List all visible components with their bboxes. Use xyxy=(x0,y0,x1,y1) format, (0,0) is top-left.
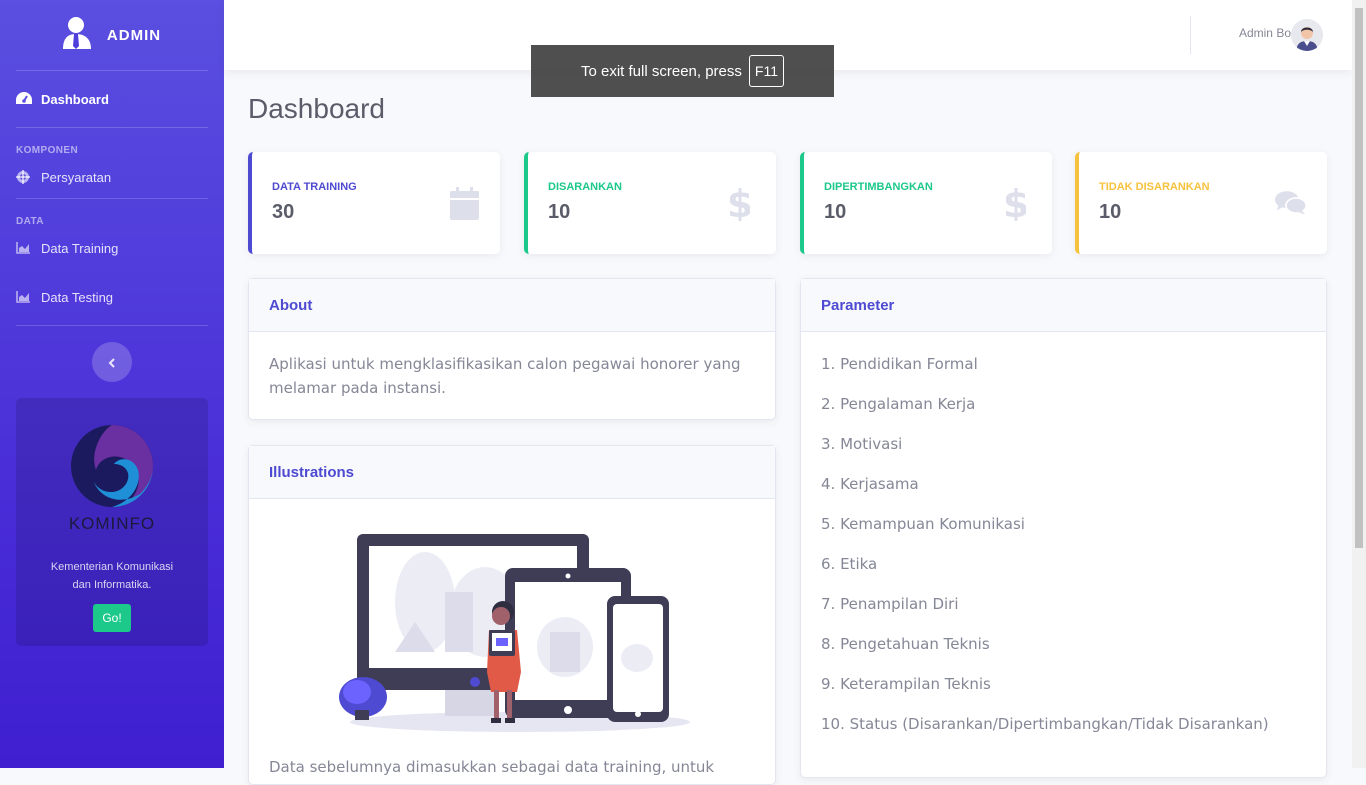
stat-value: 10 xyxy=(1099,201,1122,223)
list-item: 3. Motivasi xyxy=(821,435,903,453)
sidebar-item-data-training[interactable]: Data Training xyxy=(0,227,224,269)
fullscreen-exit-toast: To exit full screen, press F11 xyxy=(531,45,834,97)
chart-area-icon xyxy=(16,242,34,254)
parameter-card: Parameter 1. Pendidikan Formal 2. Pengal… xyxy=(800,278,1327,778)
illustrations-card: Illustrations Data sebelumnya dimasukkan… xyxy=(248,445,776,785)
stat-card-data-training: DATA TRAINING 30 xyxy=(248,152,500,254)
page-title: Dashboard xyxy=(248,93,385,124)
about-card: About Aplikasi untuk mengklasifikasikan … xyxy=(248,278,776,420)
list-item: 4. Kerjasama xyxy=(821,475,919,493)
cog-icon xyxy=(16,170,34,184)
promo-go-button[interactable]: Go! xyxy=(93,604,131,632)
chevron-left-icon xyxy=(108,353,116,372)
parameter-list: 1. Pendidikan Formal 2. Pengalaman Kerja… xyxy=(801,332,1326,772)
brand-text: ADMIN xyxy=(106,26,162,44)
illustrations-card-title: Illustrations xyxy=(249,446,775,499)
dollar-icon: $ xyxy=(724,184,756,222)
sidebar-item-persyaratan[interactable]: Persyaratan xyxy=(0,156,224,198)
stat-label: DIPERTIMBANGKAN xyxy=(824,181,933,193)
topbar-divider xyxy=(1190,16,1191,54)
page-scrollbar[interactable] xyxy=(1352,0,1366,768)
list-item: 8. Pengetahuan Teknis xyxy=(821,635,990,653)
sidebar-divider xyxy=(16,325,208,326)
scrollbar-thumb[interactable] xyxy=(1355,8,1363,548)
dollar-icon: $ xyxy=(1000,184,1032,222)
stat-label: TIDAK DISARANKAN xyxy=(1099,181,1210,193)
about-card-title: About xyxy=(249,279,775,332)
stat-label: DISARANKAN xyxy=(548,181,622,193)
sidebar-heading-data: DATA xyxy=(16,216,44,227)
list-item: 6. Etika xyxy=(821,555,878,573)
sidebar-heading-komponen: KOMPONEN xyxy=(16,145,79,156)
tachometer-icon xyxy=(16,92,34,106)
user-name[interactable]: Admin Boz xyxy=(1239,26,1297,40)
stat-value: 10 xyxy=(548,201,571,223)
toast-text: To exit full screen, press xyxy=(581,62,742,80)
sidebar-item-label: Data Training xyxy=(41,240,119,256)
stat-card-dipertimbangkan: DIPERTIMBANGKAN 10 $ xyxy=(800,152,1052,254)
user-tie-icon xyxy=(62,16,93,54)
list-item: 2. Pengalaman Kerja xyxy=(821,395,976,413)
kominfo-logo xyxy=(70,424,154,512)
sidebar-brand[interactable]: ADMIN xyxy=(0,0,224,70)
devices-illustration xyxy=(335,532,691,736)
list-item: 7. Penampilan Diri xyxy=(821,595,959,613)
sidebar-item-label: Data Testing xyxy=(41,289,114,305)
sidebar-toggle-button[interactable] xyxy=(92,342,132,382)
parameter-card-title: Parameter xyxy=(801,279,1326,332)
calendar-icon xyxy=(448,184,480,222)
svg-text:$: $ xyxy=(730,185,750,221)
illustrations-caption: Data sebelumnya dimasukkan sebagai data … xyxy=(269,758,715,776)
list-item: 10. Status (Disarankan/Dipertimbangkan/T… xyxy=(821,715,1269,733)
sidebar-promo-card: KOMINFO Kementerian Komunikasi dan Infor… xyxy=(16,398,208,646)
svg-text:$: $ xyxy=(1006,185,1026,221)
chart-area-icon xyxy=(16,291,34,303)
stat-label: DATA TRAINING xyxy=(272,181,357,193)
promo-text-line: dan Informatika. xyxy=(72,579,152,591)
sidebar-item-dashboard[interactable]: Dashboard xyxy=(0,71,224,127)
stat-value: 30 xyxy=(272,201,295,223)
sidebar-item-data-testing[interactable]: Data Testing xyxy=(0,269,224,325)
sidebar-item-label: Persyaratan xyxy=(41,169,112,185)
stat-card-tidak-disarankan: TIDAK DISARANKAN 10 xyxy=(1075,152,1327,254)
stat-value: 10 xyxy=(824,201,847,223)
toast-key: F11 xyxy=(748,55,784,87)
sidebar-item-label: Dashboard xyxy=(41,91,109,107)
about-text-line: Aplikasi untuk mengklasifikasikan calon … xyxy=(269,355,741,373)
user-avatar[interactable] xyxy=(1291,19,1323,51)
promo-text: Kementerian Komunikasi dan Informatika. xyxy=(51,558,173,594)
list-item: 5. Kemampuan Komunikasi xyxy=(821,515,1025,533)
about-text-line: melamar pada instansi. xyxy=(269,379,446,397)
about-card-body: Aplikasi untuk mengklasifikasikan calon … xyxy=(249,332,775,420)
sidebar: ADMIN Dashboard KOMPONEN Persyaratan DAT… xyxy=(0,0,224,768)
list-item: 1. Pendidikan Formal xyxy=(821,355,978,373)
promo-text-line: Kementerian Komunikasi xyxy=(50,561,174,573)
stat-card-disarankan: DISARANKAN 10 $ xyxy=(524,152,776,254)
list-item: 9. Keterampilan Teknis xyxy=(821,675,991,693)
kominfo-logo-text: KOMINFO xyxy=(68,514,156,533)
comments-icon xyxy=(1275,184,1307,222)
